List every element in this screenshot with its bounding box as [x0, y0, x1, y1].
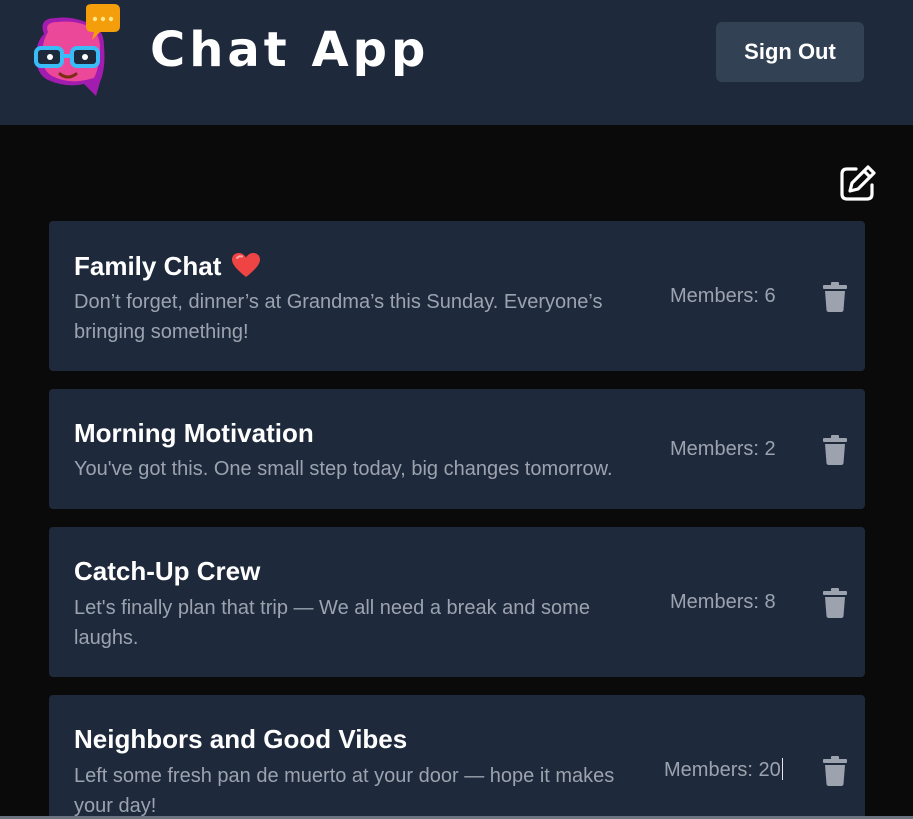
trash-icon [823, 282, 847, 312]
new-chat-button[interactable] [836, 161, 880, 205]
chat-avatar-logo-icon [30, 4, 122, 100]
members-count-text: Members: 20 [664, 759, 781, 781]
members-count: Members: 2 [670, 438, 776, 460]
chat-item-morning-motivation[interactable]: Morning Motivation You've got this. One … [49, 389, 865, 509]
chat-title-text: Family Chat [74, 251, 222, 281]
delete-chat-button[interactable] [822, 756, 848, 786]
chat-preview: Don’t forget, dinner’s at Grandma’s this… [74, 291, 603, 343]
trash-icon [823, 435, 847, 465]
trash-icon [823, 588, 847, 618]
chat-title: Family Chat [74, 250, 261, 285]
delete-chat-button[interactable] [822, 435, 848, 465]
app-header: Chat App Sign Out [0, 0, 913, 125]
chat-item-neighbors-and-good-vibes[interactable]: Neighbors and Good Vibes Left some fresh… [49, 695, 865, 819]
chat-preview: Left some fresh pan de muerto at your do… [74, 765, 615, 817]
edit-square-icon [840, 165, 876, 201]
chat-preview: Let's finally plan that trip — We all ne… [74, 597, 590, 649]
chat-title: Catch-Up Crew [74, 556, 261, 586]
chat-item-family-chat[interactable]: Family Chat Don’t forget, dinner’s at Gr… [49, 221, 865, 371]
heart-icon [231, 252, 261, 285]
chat-item-catch-up-crew[interactable]: Catch-Up Crew Let's finally plan that tr… [49, 527, 865, 677]
trash-icon [823, 756, 847, 786]
chat-title: Neighbors and Good Vibes [74, 724, 408, 754]
delete-chat-button[interactable] [822, 282, 848, 312]
text-cursor [781, 758, 783, 780]
members-count: Members: 8 [670, 591, 776, 613]
members-count: Members: 20 [664, 758, 783, 782]
chat-title: Morning Motivation [74, 418, 314, 448]
members-count: Members: 6 [670, 285, 776, 307]
app-title: Chat App [150, 22, 430, 78]
chat-preview: You've got this. One small step today, b… [74, 458, 613, 480]
sign-out-button[interactable]: Sign Out [716, 22, 864, 82]
chat-app: Chat App Sign Out Family Chat Don’t forg… [0, 0, 913, 819]
delete-chat-button[interactable] [822, 588, 848, 618]
